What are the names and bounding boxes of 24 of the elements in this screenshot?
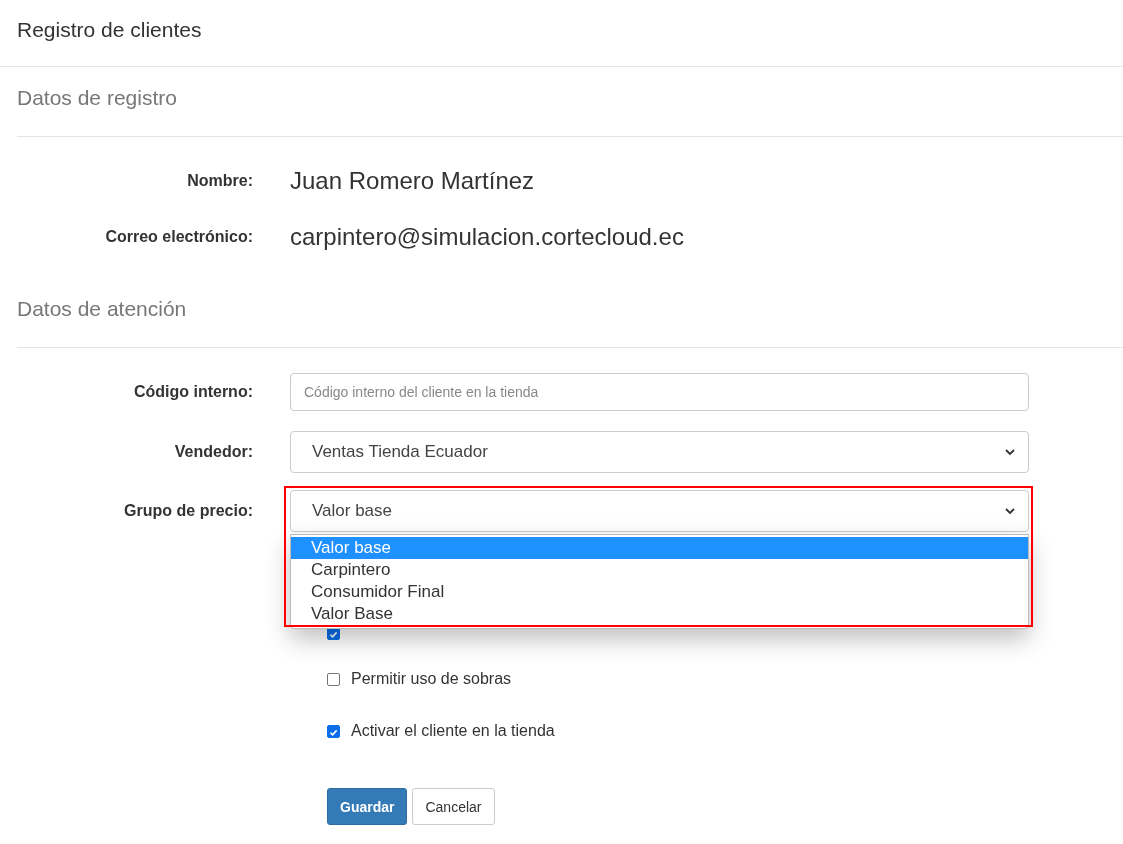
field-label: Correo electrónico:	[104, 228, 254, 246]
caret-icon	[1004, 446, 1016, 458]
dropdown-option[interactable]: Valor Base	[291, 603, 1028, 625]
checkbox[interactable]	[327, 724, 340, 738]
section-title: Datos de atención	[17, 296, 187, 322]
page-title: Registro de clientes	[17, 18, 202, 42]
checkbox-label: Activar el cliente en la tienda	[351, 722, 555, 740]
select-field[interactable]: Valor base	[290, 490, 1029, 532]
caret-icon	[1004, 505, 1016, 517]
dropdown-option[interactable]: Consumidor Final	[291, 581, 1028, 603]
cancel-button[interactable]: Cancelar	[412, 788, 495, 825]
checkbox-label: Permitir uso de sobras	[351, 670, 512, 688]
input-field[interactable]: Código interno del cliente en la tienda	[290, 373, 1029, 411]
section-title: Datos de registro	[17, 85, 177, 111]
save-button[interactable]: Guardar	[327, 788, 408, 825]
dropdown-option[interactable]: Carpintero	[291, 559, 1028, 581]
field-value: Juan Romero Martínez	[290, 167, 535, 195]
field-value: carpintero@simulacion.cortecloud.ec	[290, 223, 684, 251]
field-label: Nombre:	[186, 172, 254, 190]
field-label: Vendedor:	[173, 443, 254, 461]
checkbox[interactable]	[327, 672, 340, 686]
field-label: Grupo de precio:	[123, 502, 254, 520]
field-label: Código interno:	[132, 383, 254, 401]
select-field[interactable]: Ventas Tienda Ecuador	[290, 431, 1029, 473]
